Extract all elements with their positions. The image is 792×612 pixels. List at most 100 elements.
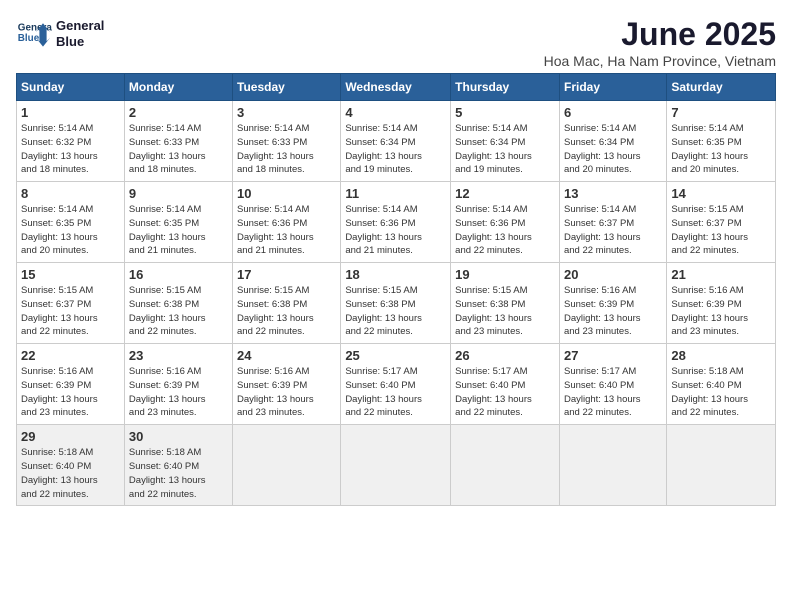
calendar-cell [451, 425, 560, 506]
day-info: Sunrise: 5:14 AMSunset: 6:34 PMDaylight:… [564, 122, 662, 177]
day-info: Sunrise: 5:14 AMSunset: 6:35 PMDaylight:… [671, 122, 771, 177]
calendar-cell: 24 Sunrise: 5:16 AMSunset: 6:39 PMDayligh… [233, 344, 341, 425]
day-info: Sunrise: 5:14 AMSunset: 6:36 PMDaylight:… [345, 203, 446, 258]
day-number: 27 [564, 348, 662, 363]
calendar-week-row: 1Sunrise: 5:14 AMSunset: 6:32 PMDaylight… [17, 101, 776, 182]
day-number: 24 [237, 348, 336, 363]
weekday-header: Saturday [667, 74, 776, 101]
day-info: Sunrise: 5:15 AMSunset: 6:38 PMDaylight:… [345, 284, 446, 339]
day-info: Sunrise: 5:18 AMSunset: 6:40 PMDaylight:… [671, 365, 771, 420]
svg-text:General: General [18, 22, 52, 33]
calendar-week-row: 29 Sunrise: 5:18 AMSunset: 6:40 PMDayligh… [17, 425, 776, 506]
calendar-cell: 4Sunrise: 5:14 AMSunset: 6:34 PMDaylight… [341, 101, 451, 182]
calendar-subtitle: Hoa Mac, Ha Nam Province, Vietnam [544, 53, 776, 69]
day-number: 5 [455, 105, 555, 120]
day-info: Sunrise: 5:15 AMSunset: 6:38 PMDaylight:… [237, 284, 336, 339]
day-number: 15 [21, 267, 120, 282]
day-number: 16 [129, 267, 228, 282]
day-info: Sunrise: 5:14 AMSunset: 6:33 PMDaylight:… [237, 122, 336, 177]
calendar-cell: 12Sunrise: 5:14 AMSunset: 6:36 PMDayligh… [451, 182, 560, 263]
weekday-header: Monday [124, 74, 232, 101]
calendar-cell: 7Sunrise: 5:14 AMSunset: 6:35 PMDaylight… [667, 101, 776, 182]
day-info: Sunrise: 5:14 AMSunset: 6:34 PMDaylight:… [345, 122, 446, 177]
day-info: Sunrise: 5:15 AMSunset: 6:38 PMDaylight:… [129, 284, 228, 339]
calendar-cell: 19 Sunrise: 5:15 AMSunset: 6:38 PMDayligh… [451, 263, 560, 344]
logo-text: General Blue [56, 18, 104, 49]
calendar-cell: 15 Sunrise: 5:15 AMSunset: 6:37 PMDayligh… [17, 263, 125, 344]
calendar-cell: 29 Sunrise: 5:18 AMSunset: 6:40 PMDayligh… [17, 425, 125, 506]
weekday-header: Tuesday [233, 74, 341, 101]
header-row: SundayMondayTuesdayWednesdayThursdayFrid… [17, 74, 776, 101]
calendar-cell: 22Sunrise: 5:16 AMSunset: 6:39 PMDayligh… [17, 344, 125, 425]
calendar-cell: 16 Sunrise: 5:15 AMSunset: 6:38 PMDayligh… [124, 263, 232, 344]
day-number: 13 [564, 186, 662, 201]
day-info: Sunrise: 5:14 AMSunset: 6:33 PMDaylight:… [129, 122, 228, 177]
calendar-week-row: 15 Sunrise: 5:15 AMSunset: 6:37 PMDayligh… [17, 263, 776, 344]
day-info: Sunrise: 5:14 AMSunset: 6:35 PMDaylight:… [21, 203, 120, 258]
day-number: 3 [237, 105, 336, 120]
calendar-cell: 8 Sunrise: 5:14 AMSunset: 6:35 PMDaylight… [17, 182, 125, 263]
day-number: 25 [345, 348, 446, 363]
calendar-cell: 2 Sunrise: 5:14 AMSunset: 6:33 PMDaylight… [124, 101, 232, 182]
calendar-week-row: 22Sunrise: 5:16 AMSunset: 6:39 PMDayligh… [17, 344, 776, 425]
calendar-cell: 13 Sunrise: 5:14 AMSunset: 6:37 PMDayligh… [559, 182, 666, 263]
day-number: 10 [237, 186, 336, 201]
calendar-week-row: 8 Sunrise: 5:14 AMSunset: 6:35 PMDaylight… [17, 182, 776, 263]
calendar-cell: 27 Sunrise: 5:17 AMSunset: 6:40 PMDayligh… [559, 344, 666, 425]
day-number: 12 [455, 186, 555, 201]
calendar-cell: 21Sunrise: 5:16 AMSunset: 6:39 PMDayligh… [667, 263, 776, 344]
day-number: 1 [21, 105, 120, 120]
day-number: 6 [564, 105, 662, 120]
day-number: 11 [345, 186, 446, 201]
svg-text:Blue: Blue [18, 33, 40, 44]
calendar-cell: 14Sunrise: 5:15 AMSunset: 6:37 PMDayligh… [667, 182, 776, 263]
calendar-cell [667, 425, 776, 506]
day-number: 18 [345, 267, 446, 282]
calendar-cell: 11 Sunrise: 5:14 AMSunset: 6:36 PMDayligh… [341, 182, 451, 263]
day-number: 19 [455, 267, 555, 282]
header: General Blue General Blue June 2025 Hoa … [16, 16, 776, 69]
weekday-header: Sunday [17, 74, 125, 101]
calendar-body: 1Sunrise: 5:14 AMSunset: 6:32 PMDaylight… [17, 101, 776, 506]
day-info: Sunrise: 5:14 AMSunset: 6:36 PMDaylight:… [237, 203, 336, 258]
day-number: 2 [129, 105, 228, 120]
day-number: 29 [21, 429, 120, 444]
day-info: Sunrise: 5:18 AMSunset: 6:40 PMDaylight:… [21, 446, 120, 501]
day-number: 8 [21, 186, 120, 201]
calendar-cell: 18 Sunrise: 5:15 AMSunset: 6:38 PMDayligh… [341, 263, 451, 344]
day-info: Sunrise: 5:16 AMSunset: 6:39 PMDaylight:… [129, 365, 228, 420]
day-info: Sunrise: 5:17 AMSunset: 6:40 PMDaylight:… [455, 365, 555, 420]
calendar-cell: 23 Sunrise: 5:16 AMSunset: 6:39 PMDayligh… [124, 344, 232, 425]
calendar-cell: 28Sunrise: 5:18 AMSunset: 6:40 PMDayligh… [667, 344, 776, 425]
calendar-cell: 10 Sunrise: 5:14 AMSunset: 6:36 PMDayligh… [233, 182, 341, 263]
day-number: 9 [129, 186, 228, 201]
calendar-cell [233, 425, 341, 506]
calendar-cell: 25Sunrise: 5:17 AMSunset: 6:40 PMDayligh… [341, 344, 451, 425]
calendar-cell [559, 425, 666, 506]
calendar-cell: 9 Sunrise: 5:14 AMSunset: 6:35 PMDaylight… [124, 182, 232, 263]
calendar-header: SundayMondayTuesdayWednesdayThursdayFrid… [17, 74, 776, 101]
day-info: Sunrise: 5:17 AMSunset: 6:40 PMDaylight:… [564, 365, 662, 420]
day-info: Sunrise: 5:14 AMSunset: 6:34 PMDaylight:… [455, 122, 555, 177]
calendar-cell: 26 Sunrise: 5:17 AMSunset: 6:40 PMDayligh… [451, 344, 560, 425]
weekday-header: Friday [559, 74, 666, 101]
day-number: 30 [129, 429, 228, 444]
day-number: 23 [129, 348, 228, 363]
day-number: 21 [671, 267, 771, 282]
day-info: Sunrise: 5:15 AMSunset: 6:37 PMDaylight:… [21, 284, 120, 339]
calendar-cell: 30 Sunrise: 5:18 AMSunset: 6:40 PMDayligh… [124, 425, 232, 506]
calendar-cell: 3 Sunrise: 5:14 AMSunset: 6:33 PMDaylight… [233, 101, 341, 182]
weekday-header: Thursday [451, 74, 560, 101]
calendar-cell: 20Sunrise: 5:16 AMSunset: 6:39 PMDayligh… [559, 263, 666, 344]
weekday-header: Wednesday [341, 74, 451, 101]
day-number: 26 [455, 348, 555, 363]
day-info: Sunrise: 5:16 AMSunset: 6:39 PMDaylight:… [237, 365, 336, 420]
day-info: Sunrise: 5:15 AMSunset: 6:37 PMDaylight:… [671, 203, 771, 258]
day-info: Sunrise: 5:15 AMSunset: 6:38 PMDaylight:… [455, 284, 555, 339]
day-info: Sunrise: 5:18 AMSunset: 6:40 PMDaylight:… [129, 446, 228, 501]
calendar-cell: 17Sunrise: 5:15 AMSunset: 6:38 PMDayligh… [233, 263, 341, 344]
day-number: 20 [564, 267, 662, 282]
day-info: Sunrise: 5:14 AMSunset: 6:35 PMDaylight:… [129, 203, 228, 258]
day-info: Sunrise: 5:14 AMSunset: 6:37 PMDaylight:… [564, 203, 662, 258]
calendar-cell [341, 425, 451, 506]
